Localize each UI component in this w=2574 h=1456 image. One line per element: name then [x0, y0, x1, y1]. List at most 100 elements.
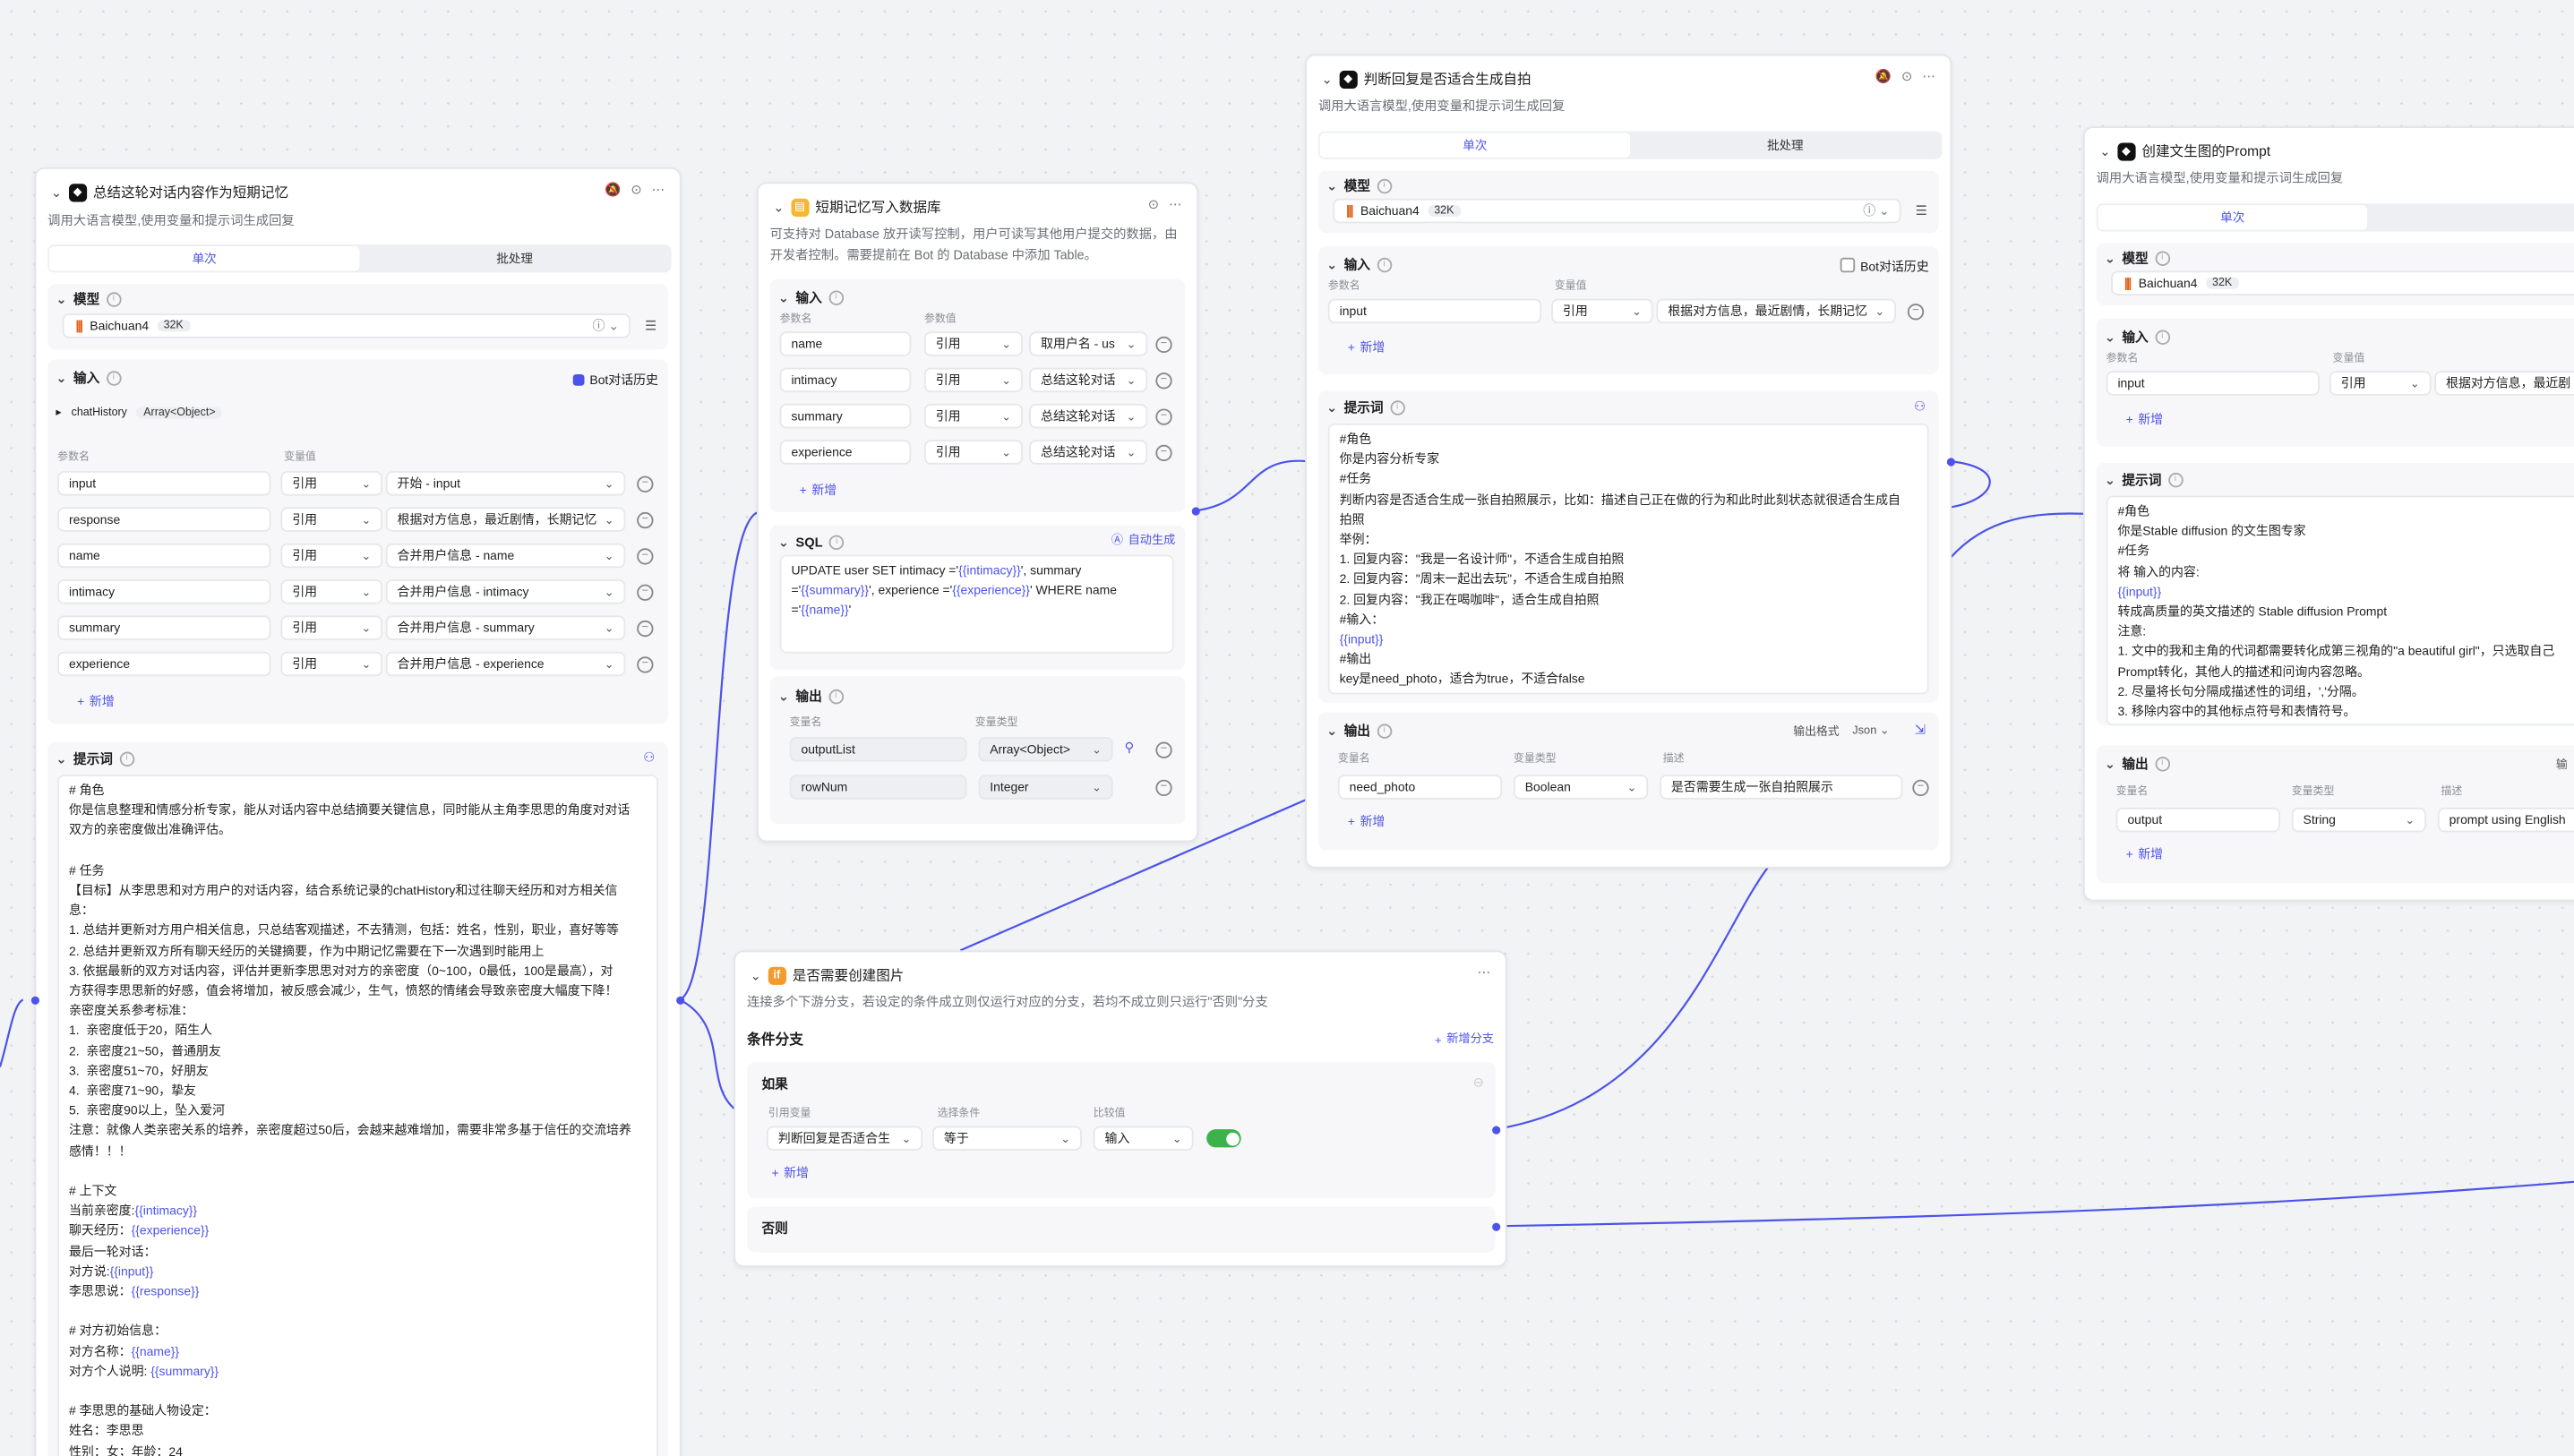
ref-mode-select[interactable]: 引用 ⌄ — [1551, 298, 1653, 324]
ref-mode-select[interactable]: 引用 ⌄ — [923, 440, 1023, 465]
ref-value-select[interactable]: 合并用户信息 - experience ⌄ — [385, 651, 626, 677]
add-output-button[interactable]: + 新增 — [2126, 845, 2163, 863]
ref-value-select[interactable]: 根据对方信息，最近剧情，长期记忆 ⌄ — [1656, 298, 1896, 324]
run-icon[interactable]: ⊙ — [1148, 197, 1159, 211]
user-variable-icon[interactable]: ⚇ — [1914, 398, 1926, 413]
condition-select[interactable]: 等于 ⌄ — [932, 1126, 1082, 1152]
add-input-button[interactable]: + 新增 — [1348, 338, 1385, 356]
collapse-chevron-icon[interactable]: ⌄ — [51, 184, 62, 199]
more-icon[interactable]: ⋯ — [1922, 69, 1935, 83]
output-port[interactable] — [1191, 507, 1200, 516]
ref-mode-select[interactable]: 引用 ⌄ — [923, 367, 1023, 393]
remove-icon[interactable]: − — [1155, 779, 1172, 797]
remove-icon[interactable]: − — [1155, 408, 1172, 425]
compare-mode-select[interactable]: 输入 ⌄ — [1093, 1126, 1194, 1152]
add-input-button[interactable]: + 新增 — [800, 481, 837, 499]
ref-value-select[interactable]: 根据对方信息，最近剧情，长期记忆 ⌄ — [385, 507, 626, 532]
ref-mode-select[interactable]: 引用 ⌄ — [280, 651, 383, 677]
param-name-input[interactable]: input — [57, 471, 271, 496]
param-name-input[interactable]: name — [779, 331, 912, 356]
ref-mode-select[interactable]: 引用 ⌄ — [923, 331, 1023, 356]
more-icon[interactable]: ⋯ — [1169, 197, 1182, 211]
collapse-chevron-icon[interactable]: ⌄ — [751, 968, 761, 982]
run-icon[interactable]: ⊙ — [1901, 69, 1912, 83]
compare-toggle[interactable] — [1206, 1129, 1241, 1148]
chevron-down-icon[interactable]: ⌄ — [2105, 251, 2115, 265]
run-icon[interactable]: ⊙ — [631, 182, 641, 196]
model-selector[interactable]: ||| Baichuan4 32K ⓘ ⌄ — [62, 313, 631, 338]
remove-icon[interactable]: − — [637, 656, 654, 673]
tab-single[interactable]: 单次 — [1319, 133, 1631, 158]
remove-icon[interactable]: − — [1155, 444, 1172, 462]
link-icon[interactable]: ⚲ — [1125, 741, 1135, 755]
collapse-chevron-icon[interactable]: ⌄ — [2099, 143, 2110, 158]
chevron-down-icon[interactable]: ⌄ — [1326, 258, 1337, 272]
more-icon[interactable]: ⋯ — [652, 182, 665, 196]
remove-icon[interactable]: − — [637, 475, 654, 492]
condition-node[interactable]: ⌄ if 是否需要创建图片 ⋯ 连接多个下游分支，若设定的条件成立则仅运行对应的… — [734, 950, 1507, 1268]
tab-single[interactable]: 单次 — [2098, 205, 2368, 230]
ref-value-select[interactable]: 合并用户信息 - name ⌄ — [385, 543, 626, 569]
remove-icon[interactable]: − — [1155, 741, 1172, 758]
llm-node-selfie-check[interactable]: ⌄ ◆ 判断回复是否适合生成自拍 🔕 ⊙ ⋯ 调用大语言模型,使用变量和提示词生… — [1305, 54, 1955, 869]
prompt-editor[interactable]: #角色 你是Stable diffusion 的文生图专家 #任务将 输入的内容: {… — [2106, 495, 2574, 726]
output-desc-input[interactable]: prompt using English — [2437, 807, 2574, 833]
param-name-input[interactable]: input — [1327, 298, 1542, 324]
param-name-input[interactable]: intimacy — [57, 579, 271, 604]
chevron-down-icon[interactable]: ⌄ — [2105, 757, 2115, 771]
prompt-editor[interactable]: #角色 你是内容分析专家 #任务 判断内容是否适合生成一张自拍照展示，比如：描述自己正… — [1327, 423, 1929, 695]
output-format-select[interactable]: Json ⌄ — [1852, 724, 1889, 740]
ref-value-select[interactable]: 总结这轮对话 ⌄ — [1029, 403, 1148, 429]
ref-mode-select[interactable]: 引用 ⌄ — [280, 471, 383, 496]
workflow-canvas[interactable]: ⌄ ◆ 总结这轮对话内容作为短期记忆 🔕 ⊙ ⋯ 调用大语言模型,使用变量和提示… — [0, 0, 2574, 1456]
user-variable-icon[interactable]: ⚇ — [643, 750, 655, 765]
llm-node-summarize[interactable]: ⌄ ◆ 总结这轮对话内容作为短期记忆 🔕 ⊙ ⋯ 调用大语言模型,使用变量和提示… — [30, 167, 685, 1456]
ref-value-select[interactable]: 取用户名 - us ⌄ — [1029, 331, 1148, 356]
tab-batch[interactable]: 批处理 — [359, 246, 669, 270]
output-desc-input[interactable]: 是否需要生成一张自拍照展示 — [1660, 775, 1903, 800]
param-name-input[interactable]: summary — [57, 615, 271, 640]
chevron-down-icon[interactable]: ⌄ — [56, 292, 66, 306]
chevron-down-icon[interactable]: ⌄ — [778, 535, 789, 550]
param-name-input[interactable]: experience — [779, 440, 912, 465]
model-selector[interactable]: ||| Baichuan4 32K ⓘ ⌄ — [1333, 198, 1901, 224]
param-name-input[interactable]: input — [2106, 371, 2320, 396]
remove-icon[interactable]: − — [637, 584, 654, 601]
remove-icon[interactable]: − — [1155, 336, 1172, 354]
remove-icon[interactable]: − — [637, 548, 654, 565]
chevron-down-icon[interactable]: ⌄ — [1326, 400, 1337, 415]
chevron-down-icon[interactable]: ⌄ — [778, 290, 789, 304]
bell-off-icon[interactable]: 🔕 — [605, 182, 621, 196]
add-condition-button[interactable]: + 新增 — [771, 1164, 808, 1182]
ref-value-select[interactable]: 合并用户信息 - intimacy ⌄ — [385, 579, 626, 604]
chevron-down-icon[interactable]: ⌄ — [56, 752, 66, 767]
bot-history-checkbox[interactable]: Bot对话历史 — [573, 371, 658, 389]
chevron-down-icon[interactable]: ⌄ — [1326, 724, 1337, 738]
else-output-port[interactable] — [1492, 1222, 1501, 1231]
chevron-down-icon[interactable]: ⌄ — [2105, 330, 2115, 344]
remove-icon[interactable]: − — [1907, 304, 1925, 321]
llm-node-t2i-prompt[interactable]: ⌄ ◆ 创建文生图的Prompt 调用大语言模型,使用变量和提示词生成回复 单次… — [2082, 126, 2574, 902]
auto-generate-button[interactable]: Ⓐ 自动生成 — [1111, 532, 1175, 548]
add-input-button[interactable]: + 新增 — [77, 693, 114, 711]
input-port[interactable] — [30, 996, 39, 1005]
output-port[interactable] — [676, 996, 685, 1005]
ref-value-select[interactable]: 开始 - input ⌄ — [385, 471, 626, 496]
ref-mode-select[interactable]: 引用 ⌄ — [2329, 371, 2432, 396]
param-name-input[interactable]: response — [57, 507, 271, 532]
chevron-down-icon[interactable]: ⌄ — [2105, 473, 2115, 487]
model-selector[interactable]: ||| Baichuan4 32K — [2111, 270, 2574, 295]
bot-history-checkbox[interactable]: Bot对话历史 — [1840, 257, 1929, 276]
remove-icon[interactable]: − — [637, 620, 654, 638]
param-name-input[interactable]: name — [57, 543, 271, 569]
remove-icon[interactable]: − — [637, 511, 654, 529]
ref-mode-select[interactable]: 引用 ⌄ — [280, 543, 383, 569]
ref-value-select[interactable]: 根据对方信息，最近剧 — [2434, 371, 2574, 396]
param-name-input[interactable]: summary — [779, 403, 912, 429]
settings-sliders-icon[interactable]: ☰ — [645, 319, 656, 333]
ref-variable-select[interactable]: 判断回复是否适合生 ⌄ — [766, 1126, 923, 1152]
chevron-down-icon[interactable]: ⌄ — [778, 689, 789, 704]
output-type-select[interactable]: Boolean ⌄ — [1513, 775, 1649, 800]
ref-value-select[interactable]: 总结这轮对话 ⌄ — [1029, 440, 1148, 465]
chat-history-row[interactable]: ▸ chatHistory Array<Object> — [56, 406, 222, 418]
